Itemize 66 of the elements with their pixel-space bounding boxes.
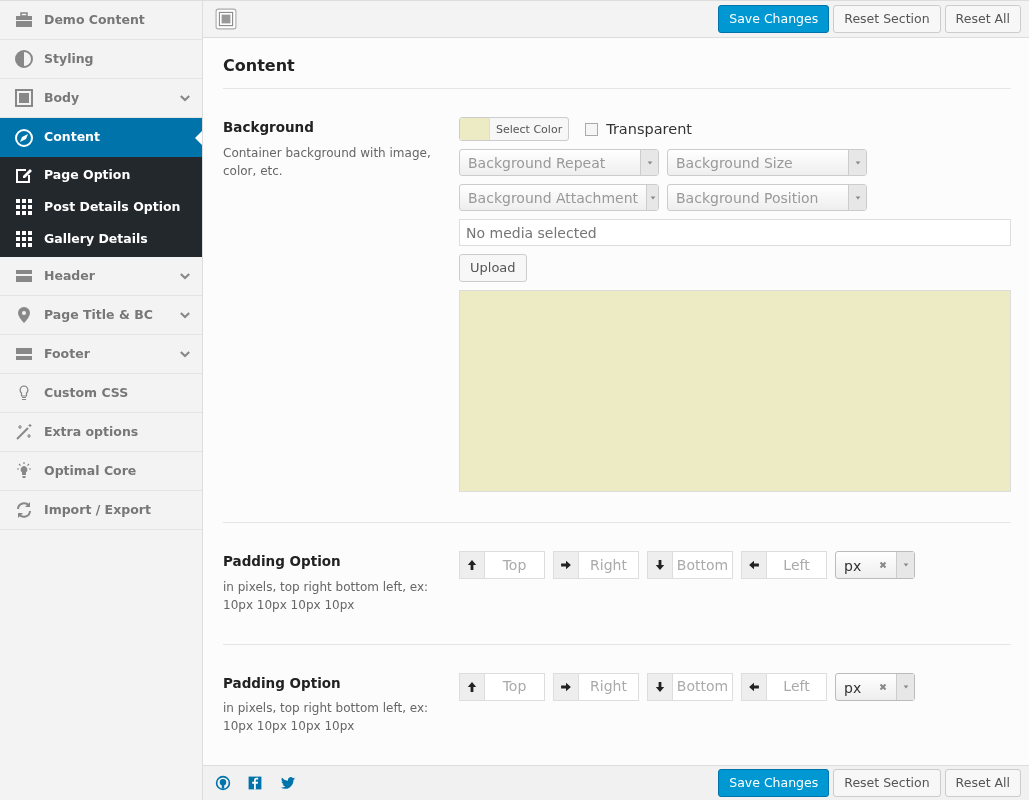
padding-input[interactable]: Right <box>579 551 639 580</box>
sidebar-item[interactable]: Header <box>0 257 202 296</box>
sidebar-item[interactable]: Demo Content <box>0 1 202 40</box>
sidebar-item[interactable]: Extra options <box>0 413 202 452</box>
padding-input[interactable]: Bottom <box>673 672 733 701</box>
briefcase-icon <box>14 10 34 30</box>
arrow-up-icon <box>465 558 479 573</box>
save-button[interactable]: Save Changes <box>718 768 830 797</box>
layout-toggle-icon <box>215 8 237 31</box>
sidebar-item[interactable]: Custom CSS <box>0 374 202 413</box>
sidebar-item[interactable]: Footer <box>0 335 202 374</box>
caret-down-icon <box>901 682 910 691</box>
select-field[interactable]: Background Position <box>667 184 867 212</box>
reset-button[interactable]: Reset All <box>944 5 1021 34</box>
padding-input[interactable]: Left <box>767 672 827 701</box>
padding-input[interactable]: Left <box>767 551 827 580</box>
arrow-down-icon <box>653 679 667 694</box>
submenu-item[interactable]: Page Option <box>0 159 202 191</box>
save-button[interactable]: Save Changes <box>718 5 830 34</box>
reset-button[interactable]: Reset Section <box>833 768 941 797</box>
facebook-icon <box>247 774 263 791</box>
refresh-icon <box>14 500 34 520</box>
contrast-icon <box>14 49 34 69</box>
clear-icon <box>878 560 888 571</box>
padding-input[interactable]: Bottom <box>673 551 733 580</box>
grid-icon <box>14 197 34 217</box>
bulb-icon <box>14 461 34 481</box>
checkbox[interactable] <box>585 122 599 136</box>
field-description: in pixels, top right bottom left, ex: 10px 10px 10px 10px <box>223 699 430 735</box>
upload-button[interactable]: Upload <box>459 254 527 283</box>
submenu-item[interactable]: Post Details Option <box>0 191 202 223</box>
checkbox-label: Transparent <box>606 119 692 139</box>
field-title: Background <box>223 118 315 138</box>
field-title: Padding Option <box>223 673 342 693</box>
caret-down-icon <box>853 193 862 202</box>
grid-icon <box>14 229 34 249</box>
layout-icon <box>14 88 34 108</box>
caret-down-icon <box>645 158 654 167</box>
unit-select[interactable]: px <box>835 672 915 701</box>
field-description: in pixels, top right bottom left, ex: 10px 10px 10px 10px <box>223 578 430 614</box>
reset-button[interactable]: Reset All <box>944 768 1021 797</box>
select-field[interactable]: Background Attachment <box>459 184 659 212</box>
magic-wand-icon <box>14 422 34 442</box>
padding-input[interactable]: Top <box>485 551 545 580</box>
unit-select[interactable]: px <box>835 551 915 580</box>
sidebar-item[interactable]: Page Title & BC <box>0 296 202 335</box>
reset-button[interactable]: Reset Section <box>833 5 941 34</box>
caret-down-icon <box>853 158 862 167</box>
field-title: Padding Option <box>223 552 342 572</box>
sidebar-item[interactable]: Content <box>0 118 202 157</box>
caret-down-icon <box>648 193 657 202</box>
clear-icon <box>878 681 888 692</box>
field-description: Container background with image, color, etc. <box>223 144 432 180</box>
compass-icon <box>14 127 34 148</box>
section-title: Content <box>223 50 1011 90</box>
select-field[interactable]: Background Repeat <box>459 149 659 177</box>
select-field[interactable]: Background Size <box>667 149 867 177</box>
media-url-field[interactable]: No media selected <box>459 219 1011 247</box>
color-picker-button[interactable]: Select Color <box>459 117 570 142</box>
padding-input[interactable]: Top <box>485 672 545 701</box>
sidebar-item[interactable]: Optimal Core <box>0 452 202 491</box>
padding-input[interactable]: Right <box>579 672 639 701</box>
twitter-icon <box>279 774 297 791</box>
sidebar-item[interactable]: Styling <box>0 40 202 79</box>
sidebar-item[interactable]: Import / Export <box>0 491 202 530</box>
submenu-item[interactable]: Gallery Details <box>0 223 202 255</box>
